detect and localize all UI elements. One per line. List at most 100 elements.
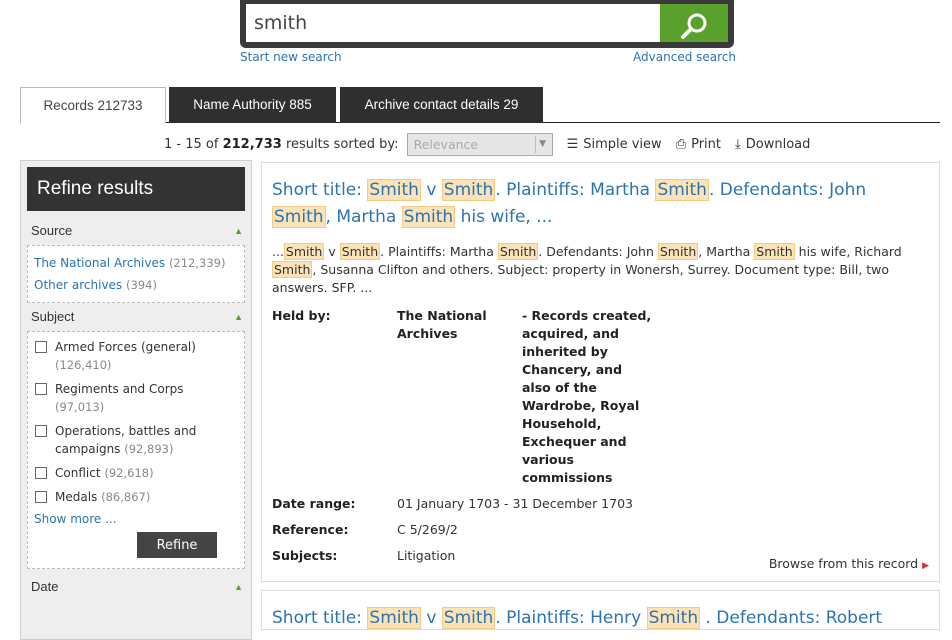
source-other-archives-link[interactable]: Other archives xyxy=(34,278,122,292)
results-summary-bar: 1 - 15 of 212,733 results sorted by: Rel… xyxy=(164,131,810,157)
subject-label: Medals xyxy=(55,490,98,504)
simple-view-link[interactable]: ☰ Simple view xyxy=(567,137,662,152)
facet-source-box: The National Archives (212,339) Other ar… xyxy=(27,245,245,303)
date-range-value: 01 January 1703 - 31 December 1703 xyxy=(397,496,633,511)
advanced-search-link[interactable]: Advanced search xyxy=(633,50,736,64)
facet-subject-box: Armed Forces (general) (126,410) Regimen… xyxy=(27,331,245,569)
title-text: . Plaintiffs: Henry xyxy=(495,608,647,628)
search-input[interactable] xyxy=(246,4,660,42)
print-link[interactable]: ⎙ Print xyxy=(676,137,721,152)
printer-icon: ⎙ xyxy=(675,136,687,152)
list-item: The National Archives (212,339) xyxy=(34,252,238,274)
title-text: Short title: xyxy=(272,180,368,200)
highlight: Smith xyxy=(497,243,539,260)
facet-count: (92,618) xyxy=(104,466,154,480)
facet-subject-toggle[interactable]: Subject ▲ xyxy=(21,303,251,331)
highlight: Smith xyxy=(657,243,699,260)
desc-text: v xyxy=(324,244,340,259)
chevron-down-icon: ▼ xyxy=(534,135,550,153)
facet-date-toggle[interactable]: Date ▲ xyxy=(21,573,251,601)
sort-select[interactable]: Relevance ▼ xyxy=(406,132,553,156)
checkbox[interactable] xyxy=(35,341,47,353)
subject-option[interactable]: Medals (86,867) xyxy=(34,488,238,506)
checkbox[interactable] xyxy=(35,383,47,395)
refine-sidebar: Refine results Source ▲ The National Arc… xyxy=(20,160,252,640)
subject-option[interactable]: Operations, battles and campaigns (92,89… xyxy=(34,422,238,458)
highlight: Smith xyxy=(754,243,795,260)
facet-date-title: Date xyxy=(31,579,59,594)
subject-label: Armed Forces (general) xyxy=(55,340,196,354)
refine-button[interactable]: Refine xyxy=(137,532,217,558)
result-description: ... Smith v Smith. Plaintiffs: Martha Smi… xyxy=(272,243,929,297)
facet-source-title: Source xyxy=(31,223,73,238)
refine-results-heading: Refine results xyxy=(27,167,245,211)
tab-records[interactable]: Records 212733 xyxy=(20,87,166,124)
collapse-up-icon: ▲ xyxy=(234,226,243,236)
subjects-label: Subjects: xyxy=(272,548,338,563)
list-icon: ☰ xyxy=(566,136,579,152)
highlight: Smith xyxy=(367,179,421,201)
search-button[interactable] xyxy=(660,4,728,42)
tab-name-authority[interactable]: Name Authority 885 xyxy=(169,87,336,123)
start-new-search-link[interactable]: Start new search xyxy=(240,50,342,64)
desc-text: his wife, Richard xyxy=(794,244,902,259)
highlight: Smith xyxy=(655,179,709,201)
download-link[interactable]: ⤓ Download xyxy=(735,137,810,152)
result-title-link[interactable]: Short title: Smith v Smith. Plaintiffs: … xyxy=(272,179,866,228)
show-more-link[interactable]: Show more ... xyxy=(34,512,238,526)
subjects-value: Litigation xyxy=(397,548,456,563)
checkbox[interactable] xyxy=(35,467,47,479)
facet-count: (212,339) xyxy=(168,256,226,270)
title-text: his wife, ... xyxy=(455,207,553,227)
facet-count: (394) xyxy=(126,278,157,292)
result-card: Short title: Smith v Smith. Plaintiffs: … xyxy=(261,590,940,630)
browse-from-record-link[interactable]: Browse from this record ▶ xyxy=(769,556,929,571)
reference-value: C 5/269/2 xyxy=(397,522,458,537)
desc-text: ... xyxy=(272,244,284,259)
tab-archive-contact-details[interactable]: Archive contact details 29 xyxy=(340,87,543,123)
facet-subject-title: Subject xyxy=(31,309,75,324)
desc-text: . Plaintiffs: Martha xyxy=(380,244,498,259)
print-label: Print xyxy=(691,136,721,152)
highlight: Smith xyxy=(401,206,456,228)
held-by-value: The National Archives xyxy=(397,307,522,487)
highlight: Smith xyxy=(272,206,326,228)
facet-count: (97,013) xyxy=(55,400,105,414)
checkbox[interactable] xyxy=(35,491,47,503)
arrow-right-icon: ▶ xyxy=(922,561,929,571)
held-by-extra: - Records created, acquired, and inherit… xyxy=(522,308,652,485)
title-text: . Defendants: Robert xyxy=(700,608,883,628)
date-range-label: Date range: xyxy=(272,496,356,511)
held-by-text: The National Archives xyxy=(397,308,487,341)
detail-row-held-by: Held by: The National Archives - Records… xyxy=(272,307,929,487)
collapse-up-icon: ▲ xyxy=(234,582,243,592)
facet-count: (126,410) xyxy=(55,358,112,372)
results-range: 1 - 15 of xyxy=(164,136,219,152)
search-bar xyxy=(240,0,734,48)
subject-option[interactable]: Armed Forces (general) (126,410) xyxy=(34,338,238,374)
results-total: 212,733 xyxy=(222,136,282,152)
facet-source-toggle[interactable]: Source ▲ xyxy=(21,217,251,245)
source-national-archives-link[interactable]: The National Archives xyxy=(34,256,165,270)
title-text: . Plaintiffs: Martha xyxy=(495,180,656,200)
search-icon xyxy=(681,13,707,39)
reference-label: Reference: xyxy=(272,522,349,537)
checkbox[interactable] xyxy=(35,425,47,437)
title-text: . Defendants: John xyxy=(708,180,867,200)
download-label: Download xyxy=(745,136,811,152)
desc-text: , Susanna Clifton and others. Subject: p… xyxy=(272,262,890,295)
title-text: v xyxy=(420,608,442,628)
browse-label: Browse from this record xyxy=(768,556,919,571)
desc-text: . Defendants: John xyxy=(538,244,658,259)
title-text: , Martha xyxy=(325,207,402,227)
facet-count: (86,867) xyxy=(101,490,151,504)
subject-label: Regiments and Corps xyxy=(55,382,184,396)
sorted-by-label: results sorted by: xyxy=(285,136,399,152)
subject-option[interactable]: Conflict (92,618) xyxy=(34,464,238,482)
subject-option[interactable]: Regiments and Corps (97,013) xyxy=(34,380,238,416)
highlight: Smith xyxy=(283,243,325,260)
subject-label: Conflict xyxy=(55,466,101,480)
highlight: Smith xyxy=(272,261,313,278)
result-card: Short title: Smith v Smith. Plaintiffs: … xyxy=(261,162,940,582)
highlight: Smith xyxy=(441,179,496,201)
